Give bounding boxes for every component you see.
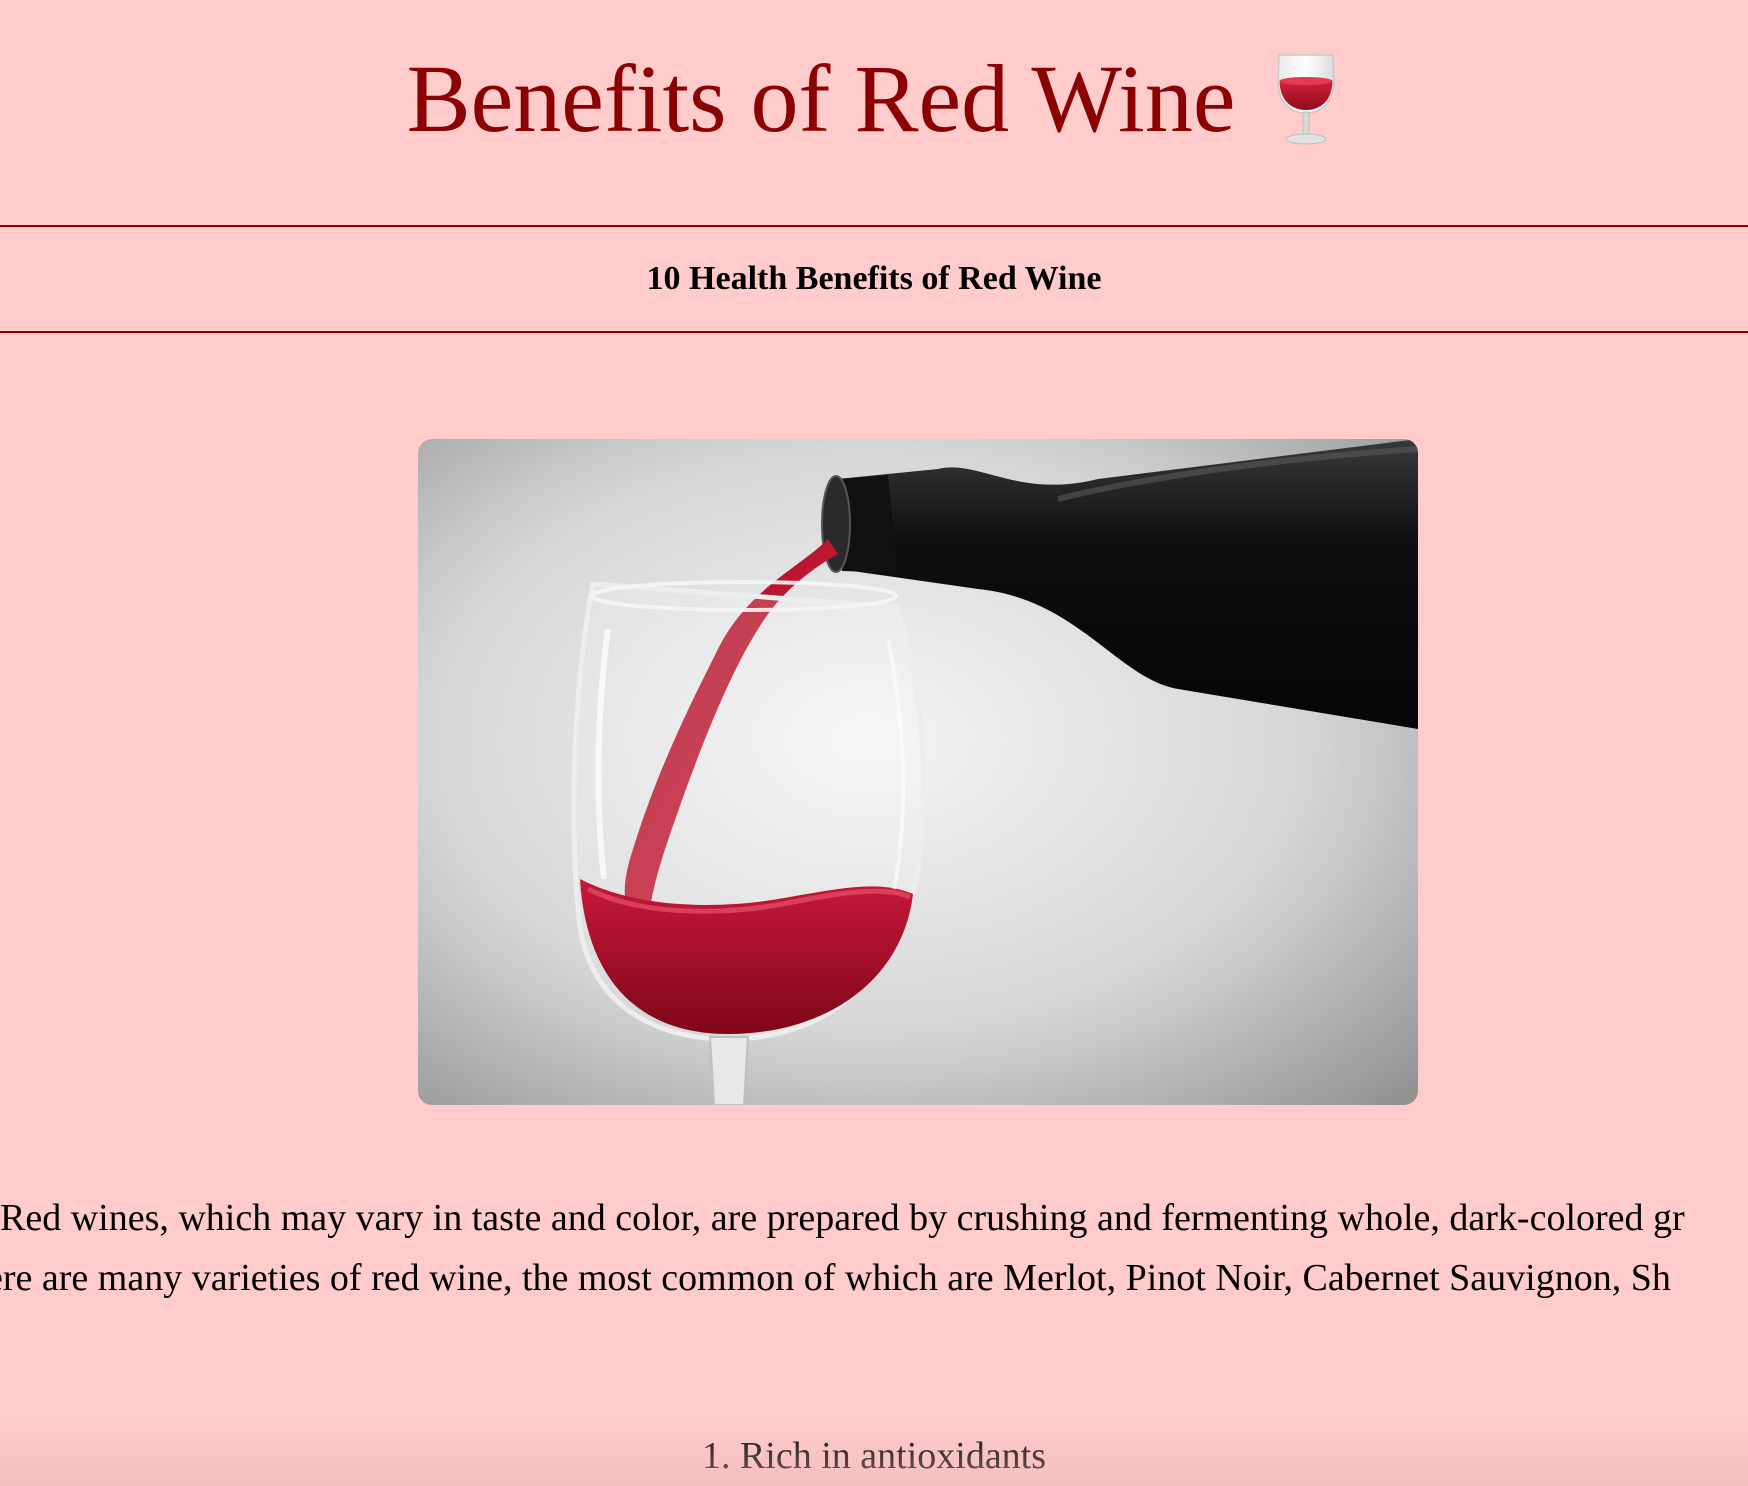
title-wrap: Benefits of Red Wine [0, 44, 1748, 154]
intro-paragraph: Red wines, which may vary in taste and c… [0, 1188, 1748, 1308]
page-title-text: Benefits of Red Wine [406, 45, 1236, 152]
page: Benefits of Red Wine 10 Health Benefits … [0, 0, 1748, 1486]
hero-image [418, 439, 1418, 1105]
intro-line-2: ere are many varieties of red wine, the … [0, 1257, 1671, 1299]
list-item: 1. Rich in antioxidants [701, 1435, 1047, 1477]
intro-line-1: Red wines, which may vary in taste and c… [0, 1197, 1685, 1239]
divider-top [0, 225, 1748, 227]
divider-bottom [0, 331, 1748, 333]
wine-glass-icon [1271, 51, 1341, 147]
page-subtitle: 10 Health Benefits of Red Wine [646, 260, 1102, 297]
page-title: Benefits of Red Wine [407, 44, 1342, 154]
